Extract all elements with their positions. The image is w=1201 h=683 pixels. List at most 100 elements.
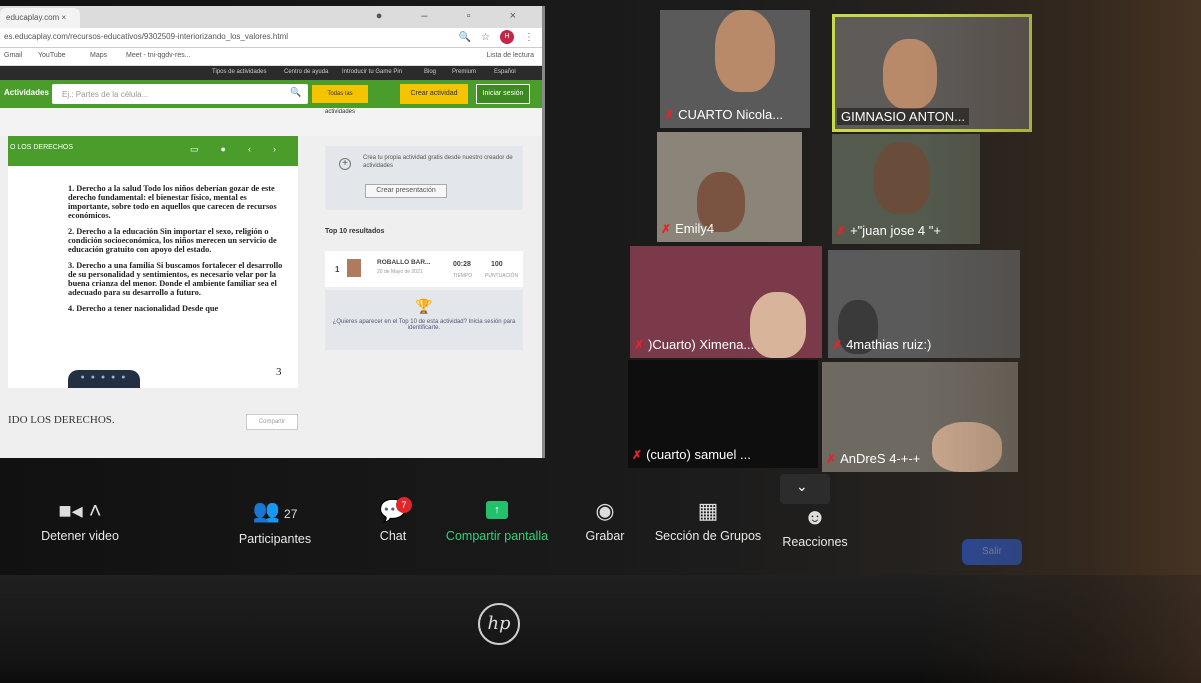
bookmark-youtube[interactable]: YouTube: [38, 52, 66, 59]
mic-muted-icon: ✗: [661, 221, 672, 236]
participants-button[interactable]: 👥 27 Participantes: [228, 499, 322, 547]
window-controls[interactable]: ● – ▫ ×: [376, 10, 534, 22]
page-content: O LOS DERECHOS ▭ ● ‹ › 1. Derecho a la s…: [0, 136, 542, 458]
nav-blog[interactable]: Blog: [424, 69, 436, 75]
result-time: 00:28: [453, 261, 471, 268]
slide-navigator: ● ● ● ● ● 3: [8, 366, 298, 388]
mic-muted-icon: ✗: [664, 107, 675, 122]
mic-muted-icon: ✗: [832, 337, 843, 352]
laptop-bezel: hp: [0, 575, 1201, 683]
result-name: ROBALLO BAR...: [377, 259, 431, 266]
mic-muted-icon: ✗: [632, 447, 643, 462]
participant-name: ✗ 4mathias ruiz:): [832, 337, 932, 352]
video-tile[interactable]: ✗)Cuarto) Ximena...: [630, 246, 822, 358]
activity-bottom-title: IDO LOS DERECHOS.: [8, 414, 115, 426]
menu-kebab-icon[interactable]: ⋮: [524, 32, 534, 43]
browser-tabstrip: educaplay.com × ● – ▫ ×: [0, 6, 542, 28]
site-top-nav: Tipos de actividades Centro de ayuda Int…: [0, 66, 542, 80]
participant-video: [883, 39, 937, 109]
create-activity-card: + Crea tu propia actividad gratis desde …: [325, 146, 523, 210]
participant-video: [750, 292, 806, 358]
right-paragraph: 1. Derecho a la salud Todo los niños deb…: [68, 184, 277, 220]
leaderboard-row: 1 ROBALLO BAR... 20 de Mayo de 2021 00:2…: [325, 251, 523, 287]
participant-name: ✗ (cuarto) samuel ...: [632, 447, 751, 462]
url-text[interactable]: es.educaplay.com/recursos-educativos/930…: [4, 32, 288, 41]
share-button[interactable]: Compartir: [246, 414, 298, 430]
video-tile-active-speaker[interactable]: GIMNASIO ANTON...: [832, 14, 1032, 132]
create-card-text: Crea tu propia actividad gratis desde nu…: [363, 155, 513, 169]
rights-text-panel: 1. Derecho a la salud Todo los niños deb…: [8, 166, 298, 366]
bookmark-meet[interactable]: Meet - tni-qgdv-res...: [126, 52, 191, 59]
leave-meeting-button[interactable]: Salir: [962, 539, 1022, 565]
stop-video-button[interactable]: ■◂ ˄ Detener video: [30, 498, 130, 544]
video-tile[interactable]: ✗ AnDreS 4-+-+: [822, 362, 1018, 472]
top10-invite-text[interactable]: ¿Quieres aparecer en el Top 10 de esta a…: [325, 319, 523, 331]
site-search-input[interactable]: Ej.: Partes de la célula...: [52, 84, 308, 104]
participant-name: ✗)Cuarto) Ximena...: [634, 337, 755, 352]
video-tile[interactable]: ✗ (cuarto) samuel ...: [628, 360, 818, 468]
next-icon[interactable]: ›: [273, 144, 276, 155]
video-tile[interactable]: ✗ +"juan jose 4 "+: [832, 134, 980, 244]
chat-button[interactable]: 💬 7 Chat: [368, 497, 418, 543]
create-activity-button[interactable]: Crear actividad: [400, 84, 468, 104]
panel-controls: ▭ ● ‹ ›: [190, 144, 276, 155]
right-paragraph: 3. Derecho a una familia Si buscamos for…: [68, 261, 283, 297]
chat-unread-badge: 7: [396, 497, 412, 513]
shared-browser-window: educaplay.com × ● – ▫ × es.educaplay.com…: [0, 6, 545, 458]
laptop-screen: educaplay.com × ● – ▫ × es.educaplay.com…: [0, 0, 1201, 600]
nav-help-center[interactable]: Centro de ayuda: [284, 69, 328, 75]
nav-activity-types[interactable]: Tipos de actividades: [212, 69, 266, 75]
time-label: TIEMPO: [453, 273, 473, 279]
profile-avatar[interactable]: H: [500, 30, 514, 44]
video-tile[interactable]: ✗ 4mathias ruiz:): [828, 250, 1020, 358]
plus-icon: +: [339, 158, 351, 170]
right-paragraph: 4. Derecho a tener nacionalidad Desde qu…: [68, 304, 219, 313]
mic-muted-icon: ✗: [826, 451, 837, 466]
all-activities-button[interactable]: Todas las actividades: [312, 85, 368, 115]
bookmark-gmail[interactable]: Gmail: [4, 52, 22, 59]
reading-list[interactable]: Lista de lectura: [487, 52, 534, 59]
zoom-icon[interactable]: 🔍: [459, 32, 471, 43]
record-icon: ◉: [595, 498, 615, 523]
activities-menu[interactable]: Actividades: [4, 88, 49, 97]
participant-video: [874, 142, 930, 214]
address-bar-actions: 🔍 ☆ H ⋮: [459, 30, 534, 44]
bookmark-maps[interactable]: Maps: [90, 52, 107, 59]
create-presentation-button[interactable]: Crear presentación: [365, 184, 447, 198]
participant-name: ✗ +"juan jose 4 "+: [836, 223, 941, 238]
participant-name: GIMNASIO ANTON...: [837, 108, 970, 125]
bookmarks-bar: Gmail YouTube Maps Meet - tni-qgdv-res..…: [0, 48, 542, 66]
slide-dots[interactable]: ● ● ● ● ●: [68, 370, 140, 388]
meeting-toolbar: ■◂ ˄ Detener video 👥 27 Participantes 💬 7…: [0, 495, 1201, 575]
nav-game-pin[interactable]: Introducir tu Game Pin: [342, 69, 402, 75]
right-paragraph: 2. Derecho a la educación Sin importar e…: [68, 227, 277, 254]
result-date: 20 de Mayo de 2021: [377, 269, 423, 275]
address-bar[interactable]: es.educaplay.com/recursos-educativos/930…: [0, 28, 542, 48]
share-screen-icon: ↑: [486, 501, 508, 519]
browser-tab[interactable]: educaplay.com ×: [0, 8, 80, 28]
breakout-rooms-button[interactable]: ▦ Sección de Grupos: [650, 499, 766, 544]
top10-invite-card: 🏆 ¿Quieres aparecer en el Top 10 de esta…: [325, 290, 523, 350]
info-icon[interactable]: ●: [221, 144, 226, 155]
nav-premium[interactable]: Premium: [452, 69, 476, 75]
search-icon[interactable]: 🔍: [290, 87, 301, 98]
star-icon[interactable]: ☆: [481, 32, 490, 43]
fullscreen-icon[interactable]: ▭: [190, 144, 199, 155]
video-camera-icon: ■◂ ˄: [58, 498, 102, 523]
video-tile[interactable]: ✗ Emily4: [657, 132, 802, 242]
activity-title: O LOS DERECHOS: [10, 144, 74, 151]
reactions-button[interactable]: ☻ Reacciones: [778, 505, 852, 550]
mic-muted-icon: ✗: [634, 337, 645, 352]
site-header: Actividades Ej.: Partes de la célula... …: [0, 80, 542, 115]
share-screen-button[interactable]: ↑ Compartir pantalla: [440, 499, 554, 543]
avatar: [347, 259, 361, 277]
record-button[interactable]: ◉ Grabar: [580, 498, 630, 544]
video-tile[interactable]: ✗ CUARTO Nicola...: [660, 10, 810, 128]
prev-icon[interactable]: ‹: [248, 144, 251, 155]
nav-language[interactable]: Español: [494, 69, 516, 75]
participant-video: [932, 422, 1002, 472]
participant-video: [715, 10, 775, 92]
page-number: 3: [276, 366, 282, 378]
login-button[interactable]: Iniciar sesión: [476, 84, 530, 104]
trophy-icon: 🏆: [415, 298, 433, 314]
